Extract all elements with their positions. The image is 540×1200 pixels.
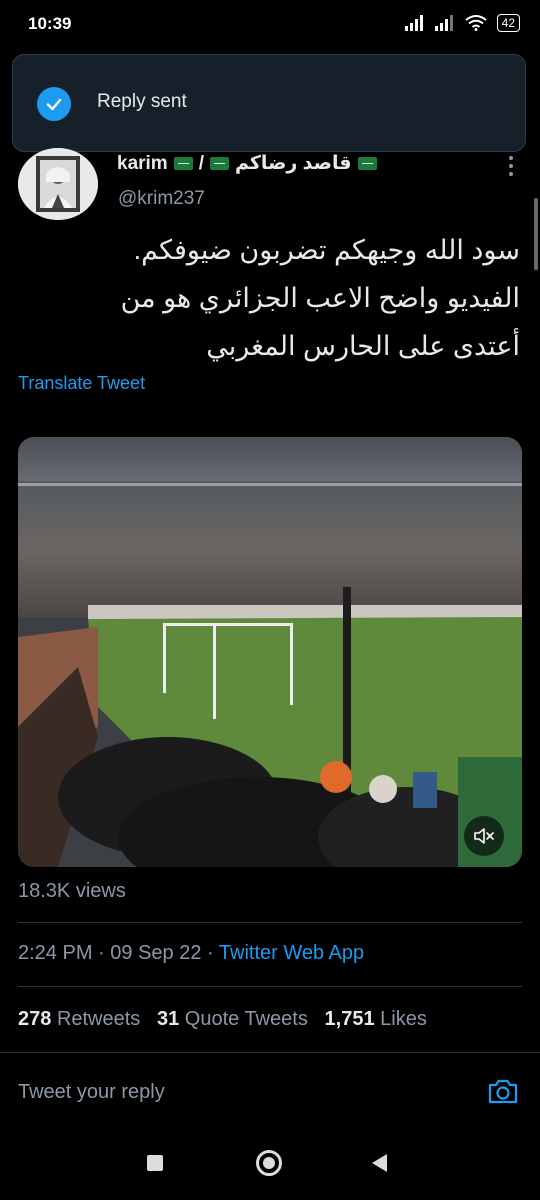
avatar[interactable] [18,148,98,220]
status-clock: 10:39 [28,14,72,33]
separator-dot: · [98,942,111,964]
volume-mute-icon[interactable] [464,816,504,856]
tweet-text-line: سود الله وجيهكم تضربون ضيوفكم. [133,235,520,265]
status-bar: 10:39 42 [0,0,540,50]
author-name-arabic: قاصد رضاكم [234,153,352,174]
camera-icon[interactable] [486,1074,520,1108]
retweets-count: 278 [18,1008,52,1030]
check-icon [37,87,71,121]
tweet-source-link[interactable]: Twitter Web App [219,942,364,964]
reply-sent-toast[interactable]: Reply sent [12,54,526,152]
author-name[interactable]: karim / قاصد رضاكم [117,152,377,175]
reply-input[interactable] [18,1074,458,1110]
wifi-icon [465,15,487,31]
saudi-flag-icon [357,157,377,170]
separator-dot: · [207,942,219,964]
status-icons: 42 [404,14,520,32]
divider [0,1052,540,1053]
tweet-text-line: الفيديو واضح الاعب الجزائري هو من [120,283,520,313]
translate-tweet-link[interactable]: Translate Tweet [18,373,145,394]
signal-icon-2 [434,15,453,31]
recent-apps-button[interactable] [147,1155,163,1171]
scrollbar[interactable] [534,198,538,270]
tweet-timestamp: 2:24 PM · 09 Sep 22 · Twitter Web App [18,942,364,965]
author-name-text: karim [117,152,168,174]
saudi-flag-icon [173,157,193,170]
likes-label: Likes [380,1008,427,1030]
tweet-video[interactable] [18,437,522,867]
engagement-stats: 278 Retweets 31 Quote Tweets 1,751 Likes [18,1008,427,1031]
quotes-count: 31 [156,1008,180,1030]
toast-message: Reply sent [97,91,187,112]
signal-icon [404,15,423,31]
saudi-flag-icon [209,157,229,170]
back-button[interactable] [372,1154,387,1172]
likes-count: 1,751 [324,1008,375,1030]
view-count: 18.3K views [18,880,126,902]
tweet-text-line: أعتدى على الحارس المغربي [206,331,520,361]
quotes-stat[interactable]: 31 Quote Tweets [157,1008,308,1030]
tweet-text: سود الله وجيهكم تضربون ضيوفكم. الفيديو و… [20,226,520,370]
home-button[interactable] [256,1150,282,1176]
author-handle[interactable]: @krim237 [118,188,205,210]
tweet-date: 09 Sep 22 [110,942,202,964]
likes-stat[interactable]: 1,751 Likes [325,1008,427,1030]
tweet-time: 2:24 PM [18,942,93,964]
divider [18,986,522,987]
battery-indicator: 42 [496,14,520,32]
retweets-label: Retweets [56,1008,141,1030]
name-separator: / [198,152,204,174]
quotes-label: Quote Tweets [184,1008,308,1030]
more-vertical-icon[interactable] [508,154,514,178]
divider [18,922,522,923]
retweets-stat[interactable]: 278 Retweets [18,1008,140,1030]
